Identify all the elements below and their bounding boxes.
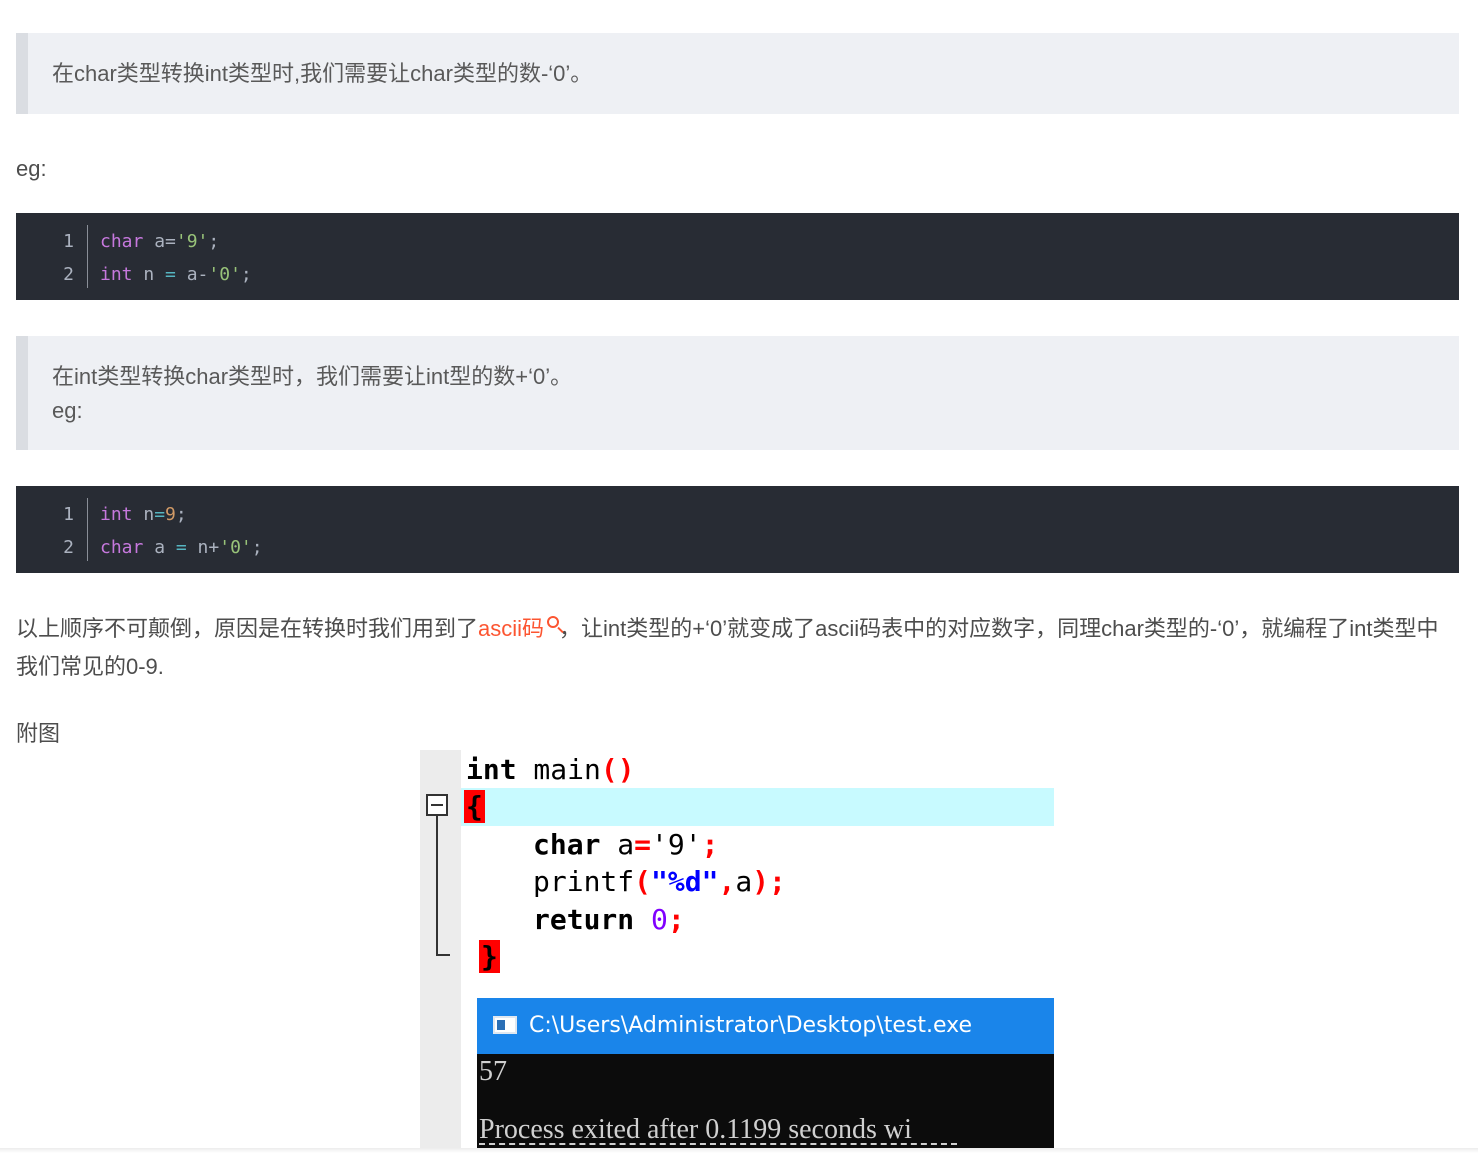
quote-text: 在char类型转换int类型时,我们需要让char类型的数-‘0’。 — [52, 61, 593, 86]
ide-code-line: int main() — [466, 753, 635, 786]
code-string: '9' — [175, 231, 209, 252]
code-string: '0' — [219, 537, 252, 558]
code-line: 2 char a = n+'0'; — [16, 531, 1459, 564]
ascii-link[interactable]: ascii码 — [478, 616, 544, 641]
ide-brace: { — [464, 790, 485, 823]
code-text: char a = n+'0'; — [100, 531, 263, 564]
code-keyword: int — [100, 264, 133, 285]
figure-caption: 附图 — [16, 721, 61, 746]
console-window: C:\Users\Administrator\Desktop\test.exe … — [477, 998, 1054, 1148]
explanation-paragraph: 以上顺序不可颠倒，原因是在转换时我们用到了ascii码 ，让int类型的+‘0’就… — [16, 610, 1456, 686]
code-number: 9 — [165, 504, 176, 525]
console-title: C:\Users\Administrator\Desktop\test.exe — [529, 1013, 972, 1038]
ide-keyword: int — [466, 753, 517, 786]
code-token: a= — [143, 231, 176, 252]
paragraph-text: 以上顺序不可颠倒，原因是在转换时我们用到了 — [16, 616, 479, 641]
ide-code-line: return 0; — [533, 903, 685, 936]
console-status-line: Process exited after 0.1199 seconds wi — [479, 1114, 912, 1145]
fold-guide-end — [436, 954, 450, 956]
code-token: ; — [251, 537, 263, 558]
console-app-icon — [493, 1016, 517, 1034]
code-operator: = — [165, 264, 176, 285]
console-title-bar[interactable]: C:\Users\Administrator\Desktop\test.exe — [477, 998, 1054, 1054]
code-token: n+ — [186, 537, 220, 558]
ide-token: '9' — [651, 828, 702, 861]
ide-token: ; — [701, 828, 719, 861]
code-text: int n = a-'0'; — [100, 258, 252, 291]
code-block-1: 1 char a='9'; 2 int n = a-'0'; — [16, 213, 1459, 300]
code-token: a — [143, 537, 176, 558]
blockquote-int-to-char: 在int类型转换char类型时，我们需要让int型的数+‘0’。 eg: — [16, 336, 1459, 450]
code-token: ; — [208, 231, 220, 252]
ide-token: , — [718, 865, 736, 898]
ide-keyword: return — [533, 903, 635, 936]
line-number: 1 — [63, 504, 74, 525]
line-number: 2 — [63, 264, 74, 285]
code-text: int n=9; — [100, 498, 187, 531]
code-token: n — [132, 264, 166, 285]
blockquote-char-to-int: 在char类型转换int类型时,我们需要让char类型的数-‘0’。 — [16, 33, 1459, 114]
page-bottom-edge — [0, 1148, 1478, 1153]
ide-token: () — [600, 753, 635, 786]
code-keyword: char — [100, 231, 144, 252]
ide-token: ); — [752, 865, 786, 898]
ide-token: ; — [667, 903, 685, 936]
ide-code-line: printf("%d",a); — [533, 865, 786, 898]
fold-guide-line — [436, 816, 438, 956]
ide-number: 0 — [634, 903, 668, 936]
code-token: ; — [240, 264, 252, 285]
code-line: 1 char a='9'; — [16, 225, 1459, 258]
ide-code-line: char a='9'; — [533, 828, 718, 861]
code-token: ; — [175, 504, 187, 525]
ide-token: = — [634, 828, 652, 861]
ide-screenshot: int main() { char a='9'; printf("%d",a);… — [420, 750, 1054, 1148]
line-number: 1 — [63, 231, 74, 252]
code-block-2: 1 int n=9; 2 char a = n+'0'; — [16, 486, 1459, 573]
code-token: a- — [175, 264, 209, 285]
search-icon[interactable] — [547, 616, 560, 628]
eg-label: eg: — [16, 156, 47, 181]
code-line: 1 int n=9; — [16, 498, 1459, 531]
quote-eg-label: eg: — [52, 398, 83, 423]
code-operator: = — [154, 504, 166, 525]
ide-token: printf — [533, 865, 635, 898]
ide-token: main — [516, 753, 601, 786]
line-number: 2 — [63, 537, 74, 558]
ide-code-line: { — [464, 790, 485, 823]
code-string: '0' — [208, 264, 241, 285]
code-operator: = — [175, 537, 187, 558]
ide-string: "%d" — [651, 865, 719, 898]
ide-token: a — [735, 865, 753, 898]
ide-token: a — [600, 828, 635, 861]
ide-token: ( — [634, 865, 652, 898]
ide-keyword: char — [533, 828, 601, 861]
ide-brace: } — [479, 940, 500, 973]
fold-collapse-icon[interactable] — [426, 794, 448, 816]
code-line: 2 int n = a-'0'; — [16, 258, 1459, 291]
code-keyword: char — [100, 537, 144, 558]
console-output: 57 — [479, 1056, 507, 1087]
code-token: n — [132, 504, 155, 525]
quote-text: 在int类型转换char类型时，我们需要让int型的数+‘0’。 — [52, 364, 573, 389]
current-line-highlight — [461, 788, 1054, 826]
ide-code-line: } — [479, 940, 500, 973]
code-text: char a='9'; — [100, 225, 219, 258]
code-keyword: int — [100, 504, 133, 525]
